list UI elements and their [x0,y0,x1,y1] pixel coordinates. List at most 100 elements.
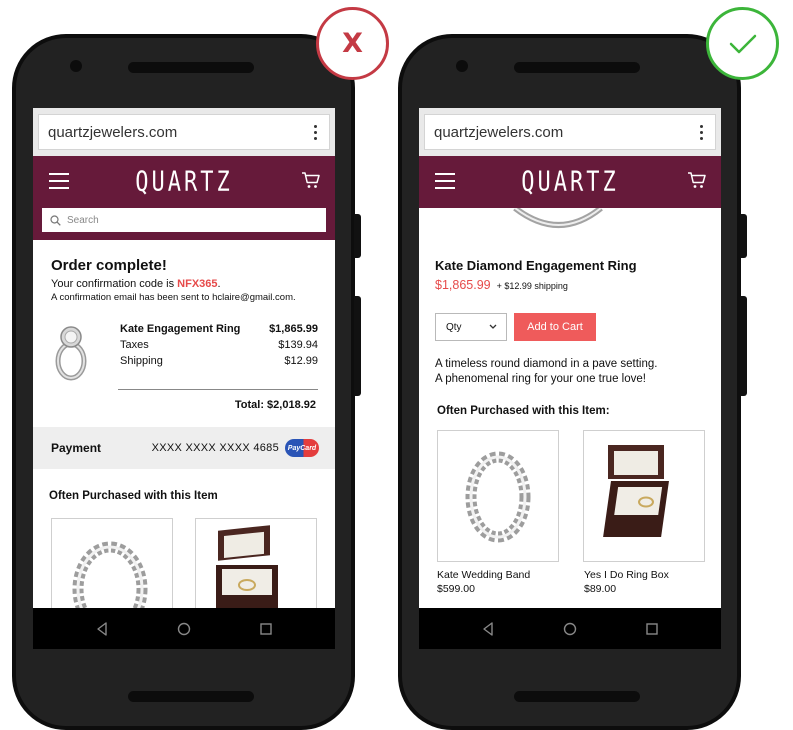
price-row: $1,865.99 + $12.99 shipping [435,278,637,292]
related-product-card[interactable] [583,430,705,562]
home-icon[interactable] [177,622,191,636]
line-items: Kate Engagement Ring $1,865.99 Taxes $139.… [120,323,318,371]
bottom-speaker [128,691,254,702]
chevron-down-icon [489,324,497,329]
power-button [740,296,747,396]
front-camera [70,60,82,72]
description-line: A timeless round diamond in a pave setti… [435,358,658,370]
related-product-name[interactable]: Yes I Do Ring Box [584,568,669,582]
product-info: Kate Diamond Engagement Ring $1,865.99 +… [435,258,637,292]
payment-label: Payment [51,441,102,455]
line-item: Shipping $12.99 [120,355,318,371]
confirmation-code: NFX365 [177,278,218,290]
earpiece [128,62,254,73]
browser-chrome: quartzjewelers.com [419,108,721,156]
front-camera [456,60,468,72]
recents-icon[interactable] [259,622,273,636]
hamburger-menu-icon[interactable] [49,173,69,189]
browser-chrome: quartzjewelers.com [33,108,335,156]
volume-button [354,214,361,258]
wrong-example-badge: X [316,7,389,80]
url-text: quartzjewelers.com [434,123,564,141]
x-mark-icon: X [342,28,363,59]
search-row: Search [33,208,335,240]
android-nav-bar [419,608,721,649]
url-text: quartzjewelers.com [48,123,178,141]
recents-icon[interactable] [645,622,659,636]
site-header: QUARTZ [419,156,721,208]
often-purchased-title: Often Purchased with this Item: [437,405,610,417]
engagement-ring-image [55,326,87,381]
order-total: Total: $2,018.92 [234,399,316,411]
site-header: QUARTZ [33,156,335,208]
shipping-note: + $12.99 shipping [496,281,568,291]
confirmation-prefix: Your confirmation code is [51,278,178,290]
address-bar[interactable]: quartzjewelers.com [38,114,330,150]
search-input[interactable]: Search [42,208,326,232]
wedding-band-image [465,451,531,543]
quantity-label: Qty [446,321,462,333]
product-description: A timeless round diamond in a pave setti… [435,357,715,387]
checkmark-icon [729,34,756,53]
order-summary: Order complete! Your confirmation code i… [33,240,335,303]
volume-button [740,214,747,258]
search-placeholder: Search [67,214,99,226]
related-product-price: $89.00 [584,583,617,595]
cart-icon[interactable] [687,170,707,190]
related-product-price: $599.00 [437,583,475,595]
brand-logo[interactable]: QUARTZ [521,166,618,197]
line-item: Kate Engagement Ring $1,865.99 [120,323,318,339]
often-purchased-title: Often Purchased with this Item [49,490,218,502]
line-item-label: Kate Engagement Ring [120,323,241,335]
android-nav-bar [33,608,335,649]
ring-box-image [603,445,669,537]
more-menu-icon[interactable] [697,124,705,140]
phone-left: quartzjewelers.com QUARTZ Search Order c [12,34,361,730]
line-item-value: $1,865.99 [269,323,318,335]
correct-example-badge [706,7,779,80]
line-item-value: $139.94 [278,339,318,351]
related-product-caption: Kate Wedding Band $599.00 [437,568,530,596]
related-product-name[interactable]: Kate Wedding Band [437,568,530,582]
phone-right: quartzjewelers.com QUARTZ Kate Diamond E… [398,34,747,730]
home-icon[interactable] [563,622,577,636]
screen-right: quartzjewelers.com QUARTZ Kate Diamond E… [419,108,721,649]
wedding-band-image [72,541,148,617]
address-bar[interactable]: quartzjewelers.com [424,114,716,150]
search-icon [50,214,61,226]
payment-row: Payment XXXX XXXX XXXX 4685 PayCard [33,427,335,469]
related-product-card[interactable] [195,518,317,618]
brand-logo[interactable]: QUARTZ [135,166,232,197]
bottom-speaker [514,691,640,702]
product-name: Kate Diamond Engagement Ring [435,258,637,273]
related-product-card[interactable] [51,518,173,618]
cart-icon[interactable] [301,170,321,190]
total-divider [118,389,318,390]
power-button [354,296,361,396]
order-title: Order complete! [51,257,167,274]
product-image [513,208,603,228]
screen-left: quartzjewelers.com QUARTZ Search Order c [33,108,335,649]
line-item-value: $12.99 [284,355,318,367]
quantity-select[interactable]: Qty [435,313,507,341]
back-icon[interactable] [481,621,495,636]
earpiece [514,62,640,73]
card-number: XXXX XXXX XXXX 4685 [151,442,279,454]
paycard-logo: PayCard [285,439,319,457]
hamburger-menu-icon[interactable] [435,173,455,189]
line-item: Taxes $139.94 [120,339,318,355]
confirmation-suffix: . [217,278,221,290]
add-to-cart-button[interactable]: Add to Cart [514,313,596,341]
back-icon[interactable] [95,621,109,636]
email-note: A confirmation email has been sent to hc… [51,292,296,303]
confirmation-line: Your confirmation code is NFX365. [51,278,319,290]
related-product-card[interactable] [437,430,559,562]
line-item-label: Taxes [120,339,149,351]
product-price: $1,865.99 [435,278,491,292]
description-line: A phenomenal ring for your one true love… [435,373,646,385]
line-item-label: Shipping [120,355,163,367]
more-menu-icon[interactable] [311,124,319,140]
related-product-caption: Yes I Do Ring Box $89.00 [584,568,669,596]
ring-box-image [216,525,278,615]
order-items: Kate Engagement Ring $1,865.99 Taxes $139.… [33,309,335,417]
